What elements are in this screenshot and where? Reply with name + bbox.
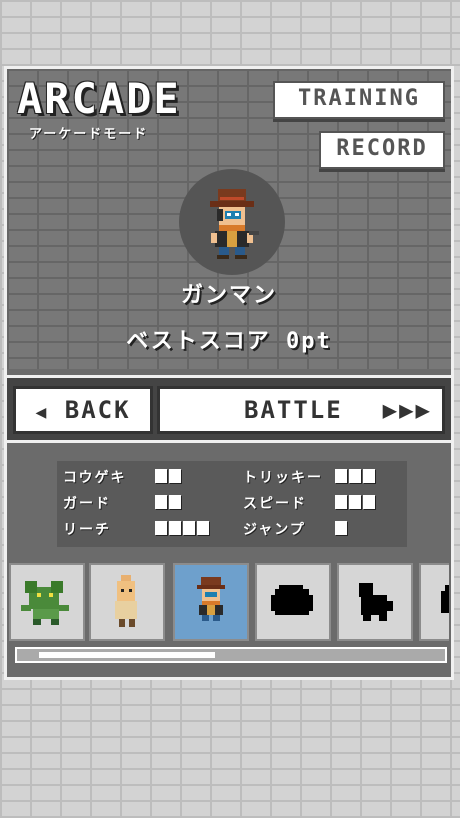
character-preview-area: ARCADE アーケードモード TRAINING RECORD ガンマン ベスト… [7, 69, 451, 369]
character-card-selected[interactable] [173, 563, 249, 641]
stat-bar-segment [197, 521, 209, 535]
locked-silhouette-icon [359, 583, 393, 621]
character-roster [9, 559, 449, 645]
stat-attack: コウゲキ [63, 467, 183, 487]
stat-bars [335, 495, 377, 513]
character-card[interactable] [89, 563, 165, 641]
best-score: ベストスコア 0pt [126, 329, 332, 354]
mode-subtitle: アーケードモード [29, 127, 149, 142]
stat-bar-segment [363, 495, 375, 509]
green-lizard-sprite-icon [21, 581, 69, 625]
stat-bar-segment [169, 469, 181, 483]
stat-bar-segment [335, 469, 347, 483]
stat-bar-segment [335, 521, 347, 535]
gunman-sprite-icon [210, 189, 259, 259]
stat-speed: スピード [243, 493, 377, 513]
battle-button[interactable]: BATTLE ▶▶▶ [157, 386, 445, 434]
stat-label: コウゲキ [63, 470, 127, 486]
training-button[interactable]: TRAINING [273, 81, 445, 119]
stat-label: スピード [243, 496, 307, 512]
stat-bar-segment [183, 521, 195, 535]
stat-bar-segment [335, 495, 347, 509]
forward-arrows-icon: ▶▶▶ [382, 396, 432, 424]
stat-bar-segment [169, 495, 181, 509]
selected-character-portrait [179, 169, 285, 275]
mode-title: ARCADE [17, 74, 181, 123]
locked-silhouette-icon [441, 585, 449, 613]
stat-bar-segment [363, 469, 375, 483]
gunman-sprite-icon [197, 577, 225, 621]
character-card[interactable] [9, 563, 85, 641]
stat-bars [155, 521, 211, 539]
stat-bar-segment [349, 495, 361, 509]
stat-label: トリッキー [243, 470, 323, 486]
character-stats: コウゲキ トリッキー ガード スピード リーチ ジャンプ [57, 461, 407, 547]
stat-label: リーチ [63, 522, 111, 538]
stat-bar-segment [155, 495, 167, 509]
stat-tricky: トリッキー [243, 467, 377, 487]
back-button[interactable]: ◀ BACK [13, 386, 153, 434]
back-arrow-icon: ◀ [35, 402, 49, 423]
stat-bars [155, 469, 183, 487]
roster-scroll-thumb[interactable] [39, 652, 215, 658]
stat-bar-segment [155, 521, 167, 535]
stat-jump: ジャンプ [243, 519, 349, 539]
stat-label: ジャンプ [243, 522, 306, 538]
stat-bars [155, 495, 183, 513]
stat-bar-segment [155, 469, 167, 483]
stat-bars [335, 469, 377, 487]
back-label: BACK [64, 396, 131, 424]
character-card-locked[interactable] [255, 563, 331, 641]
record-button[interactable]: RECORD [319, 131, 445, 169]
character-name: ガンマン [180, 283, 277, 308]
stat-reach: リーチ [63, 519, 211, 539]
bald-fighter-sprite-icon [115, 575, 137, 627]
stat-label: ガード [63, 496, 111, 512]
arcade-panel: ARCADE アーケードモード TRAINING RECORD ガンマン ベスト… [4, 66, 454, 680]
locked-silhouette-icon [271, 585, 313, 615]
stat-bars [335, 521, 349, 539]
character-card-locked[interactable] [419, 563, 449, 641]
stat-bar-segment [169, 521, 181, 535]
character-card-locked[interactable] [337, 563, 413, 641]
roster-scrollbar[interactable] [15, 647, 447, 663]
battle-label: BATTLE [244, 396, 343, 424]
stat-bar-segment [349, 469, 361, 483]
action-bar: ◀ BACK BATTLE ▶▶▶ [7, 375, 451, 443]
stat-guard: ガード [63, 493, 183, 513]
